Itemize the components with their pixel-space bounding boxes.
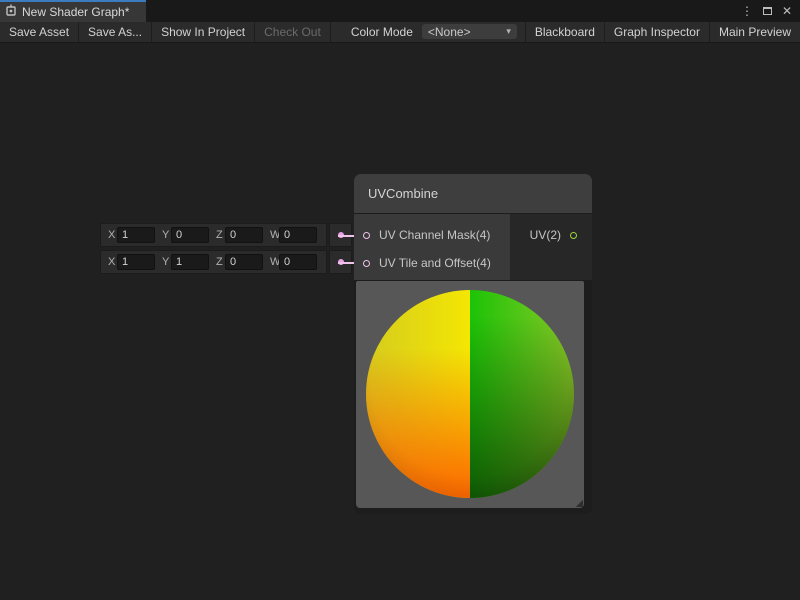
close-icon[interactable]: ✕	[779, 2, 795, 20]
node-header[interactable]: UVCombine	[354, 174, 592, 214]
preview-sphere	[366, 290, 574, 498]
maximize-icon[interactable]	[759, 2, 775, 20]
vector-field-z[interactable]	[225, 227, 263, 243]
input-port-icon[interactable]	[363, 232, 370, 239]
field-label-y: Y	[162, 256, 169, 268]
input-port-row: UV Tile and Offset(4)	[354, 249, 510, 277]
vector4-input-row-2: X Y Z W	[100, 250, 327, 274]
node-ports: UV Channel Mask(4) UV Tile and Offset(4)…	[354, 214, 592, 280]
node-output-section: UV(2)	[510, 214, 592, 280]
color-mode-label: Color Mode	[343, 22, 422, 42]
tab-title: New Shader Graph*	[22, 5, 129, 19]
node-preview[interactable]	[356, 281, 584, 508]
sphere-left-half	[366, 290, 470, 498]
vector-field-y[interactable]	[171, 227, 209, 243]
field-label-y: Y	[162, 229, 169, 241]
save-as-button[interactable]: Save As...	[79, 22, 152, 42]
field-label-z: Z	[216, 229, 223, 241]
graph-inspector-button[interactable]: Graph Inspector	[605, 22, 710, 42]
vector-field-y[interactable]	[171, 254, 209, 270]
vector-field-x[interactable]	[117, 227, 155, 243]
input-port-label: UV Channel Mask(4)	[379, 228, 490, 242]
color-mode-dropdown[interactable]: <None> ▾	[422, 24, 517, 39]
color-mode-value: <None>	[428, 25, 471, 39]
output-port-row: UV(2)	[510, 221, 592, 249]
graph-canvas[interactable]: X Y Z W X Y Z W UVCombine	[0, 43, 800, 600]
show-in-project-button[interactable]: Show In Project	[152, 22, 255, 42]
check-out-button: Check Out	[255, 22, 331, 42]
tab-bar: New Shader Graph* ⋮ ✕	[0, 0, 800, 22]
node-uvcombine[interactable]: UVCombine UV Channel Mask(4) UV Tile and…	[354, 174, 592, 514]
menu-icon[interactable]: ⋮	[739, 2, 755, 20]
field-label-x: X	[108, 256, 115, 268]
toolbar-spacer	[331, 22, 343, 42]
input-port-row: UV Channel Mask(4)	[354, 221, 510, 249]
node-title: UVCombine	[368, 186, 438, 201]
chevron-down-icon: ▾	[506, 27, 511, 36]
blackboard-button[interactable]: Blackboard	[525, 22, 605, 42]
save-asset-button[interactable]: Save Asset	[0, 22, 79, 42]
field-label-w: W	[270, 256, 277, 268]
input-port-label: UV Tile and Offset(4)	[379, 256, 491, 270]
vector4-input-row-1: X Y Z W	[100, 223, 327, 247]
field-label-z: Z	[216, 256, 223, 268]
vector-field-x[interactable]	[117, 254, 155, 270]
vector-field-w[interactable]	[279, 227, 317, 243]
output-port-label: UV(2)	[530, 228, 561, 242]
tab-new-shader-graph[interactable]: New Shader Graph*	[0, 0, 146, 22]
output-port-icon[interactable]	[570, 232, 577, 239]
vector-field-z[interactable]	[225, 254, 263, 270]
shader-graph-asset-icon	[5, 3, 17, 21]
field-label-x: X	[108, 229, 115, 241]
node-input-section: UV Channel Mask(4) UV Tile and Offset(4)	[354, 214, 510, 280]
window-controls: ⋮ ✕	[739, 0, 800, 22]
sphere-right-half	[470, 290, 574, 498]
main-preview-button[interactable]: Main Preview	[710, 22, 800, 42]
toolbar: Save Asset Save As... Show In Project Ch…	[0, 22, 800, 43]
shader-graph-window: New Shader Graph* ⋮ ✕ Save Asset Save As…	[0, 0, 800, 600]
input-port-icon[interactable]	[363, 260, 370, 267]
field-label-w: W	[270, 229, 277, 241]
vector-field-w[interactable]	[279, 254, 317, 270]
